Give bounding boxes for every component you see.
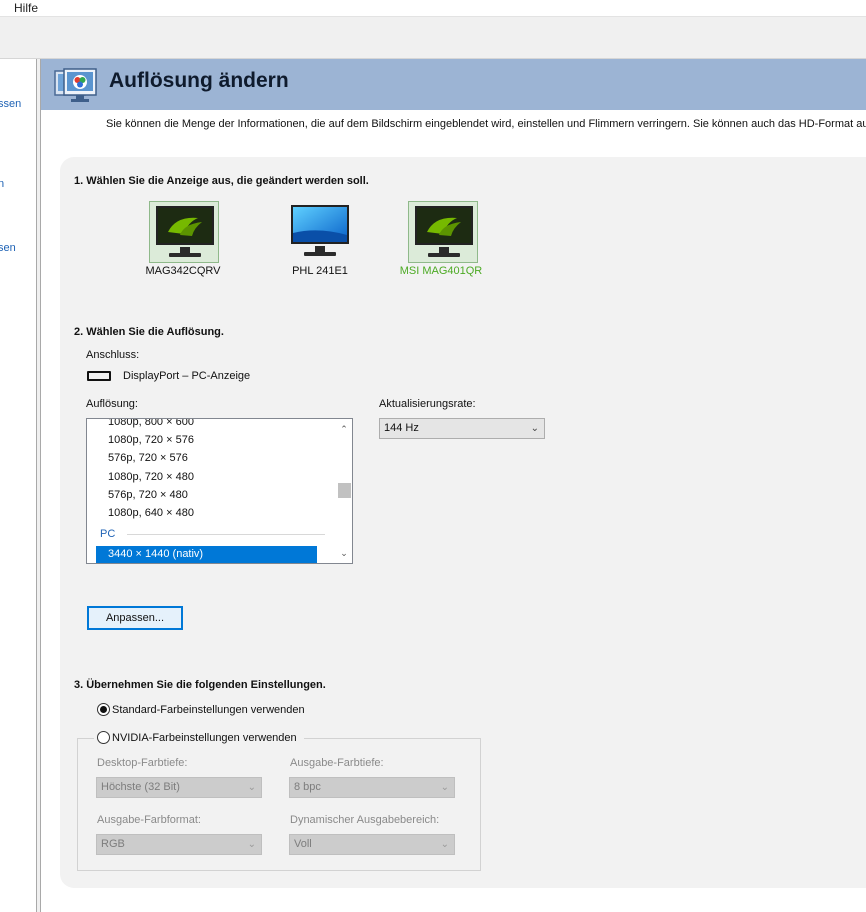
page-header: Auflösung ändern	[41, 59, 866, 110]
desktop-depth-select[interactable]: Höchste (32 Bit) ⌄	[96, 777, 262, 798]
display-1-name: MAG342CQRV	[145, 265, 221, 277]
resolution-item[interactable]: 1080p, 720 × 480	[108, 471, 194, 483]
display-settings-icon	[54, 67, 100, 105]
section-3-title: 3. Übernehmen Sie die folgenden Einstell…	[74, 679, 326, 691]
output-depth-value: 8 bpc	[294, 781, 321, 793]
left-navigation: ssen n sen	[0, 59, 37, 912]
chevron-down-icon: ⌄	[440, 782, 449, 793]
desktop-depth-value: Höchste (32 Bit)	[101, 781, 180, 793]
nvidia-color-label[interactable]: NVIDIA-Farbeinstellungen verwenden	[112, 732, 297, 744]
default-color-radio[interactable]	[97, 703, 110, 716]
windows-monitor-icon	[291, 205, 349, 244]
output-depth-select[interactable]: 8 bpc ⌄	[289, 777, 455, 798]
scroll-down-icon[interactable]: ⌄	[338, 547, 350, 559]
dynamic-range-select[interactable]: Voll ⌄	[289, 834, 455, 855]
chevron-down-icon: ⌄	[440, 839, 449, 850]
pane-splitter[interactable]	[37, 59, 41, 912]
display-2-name: PHL 241E1	[292, 265, 348, 277]
output-format-select[interactable]: RGB ⌄	[96, 834, 262, 855]
nvidia-monitor-icon	[156, 206, 214, 245]
resolution-group-pc: PC	[100, 528, 116, 540]
output-depth-label: Ausgabe-Farbtiefe:	[290, 757, 384, 769]
output-format-label: Ausgabe-Farbformat:	[97, 814, 201, 826]
resolution-scrollbar[interactable]: ⌃ ⌄	[336, 419, 352, 563]
nav-link-1[interactable]: ssen	[0, 98, 21, 110]
menu-item-help[interactable]: Hilfe	[14, 1, 38, 15]
chevron-down-icon: ⌄	[247, 839, 256, 850]
resolution-item[interactable]: 1080p, 640 × 480	[108, 507, 194, 519]
display-3-name: MSI MAG401QR	[399, 265, 483, 277]
resolution-item[interactable]: 1080p, 720 × 576	[108, 434, 194, 446]
nav-link-3[interactable]: sen	[0, 242, 16, 254]
output-format-value: RGB	[101, 838, 125, 850]
section-2-title: 2. Wählen Sie die Auflösung.	[74, 326, 224, 338]
chevron-down-icon: ⌄	[247, 782, 256, 793]
resolution-item[interactable]: 576p, 720 × 576	[108, 452, 188, 464]
resolution-item[interactable]: 1080p, 800 × 600	[108, 419, 194, 428]
refresh-rate-label: Aktualisierungsrate:	[379, 398, 476, 410]
display-3-tile[interactable]	[408, 201, 478, 263]
connection-label: Anschluss:	[86, 349, 140, 361]
page-title: Auflösung ändern	[109, 69, 289, 92]
chevron-down-icon: ⌄	[530, 423, 539, 434]
page-description: Sie können die Menge der Informationen, …	[106, 118, 866, 130]
dynamic-range-label: Dynamischer Ausgabebereich:	[290, 814, 440, 826]
section-1-title: 1. Wählen Sie die Anzeige aus, die geänd…	[74, 175, 369, 187]
scrollbar-thumb[interactable]	[338, 483, 351, 498]
resolution-label: Auflösung:	[86, 398, 138, 410]
toolbar	[0, 17, 866, 59]
display-1-tile[interactable]	[149, 201, 219, 263]
nvidia-monitor-icon	[415, 206, 473, 245]
display-2-tile[interactable]	[285, 201, 355, 263]
connection-value: DisplayPort – PC-Anzeige	[123, 370, 251, 382]
menu-bar: Hilfe	[0, 0, 866, 17]
refresh-rate-select[interactable]: 144 Hz ⌄	[379, 418, 545, 439]
resolution-listbox[interactable]: 1080p, 800 × 600 1080p, 720 × 576 576p, …	[86, 418, 353, 564]
displayport-icon	[87, 371, 111, 381]
group-divider	[127, 534, 325, 535]
resolution-item[interactable]: 576p, 720 × 480	[108, 489, 188, 501]
default-color-label[interactable]: Standard-Farbeinstellungen verwenden	[112, 704, 305, 716]
nav-link-2[interactable]: n	[0, 178, 4, 190]
resolution-item-selected[interactable]: 3440 × 1440 (nativ)	[96, 546, 317, 563]
refresh-rate-value: 144 Hz	[384, 422, 419, 434]
desktop-depth-label: Desktop-Farbtiefe:	[97, 757, 188, 769]
nvidia-color-radio[interactable]	[97, 731, 110, 744]
customize-button[interactable]: Anpassen...	[87, 606, 183, 630]
scroll-up-icon[interactable]: ⌃	[338, 423, 350, 435]
dynamic-range-value: Voll	[294, 838, 312, 850]
